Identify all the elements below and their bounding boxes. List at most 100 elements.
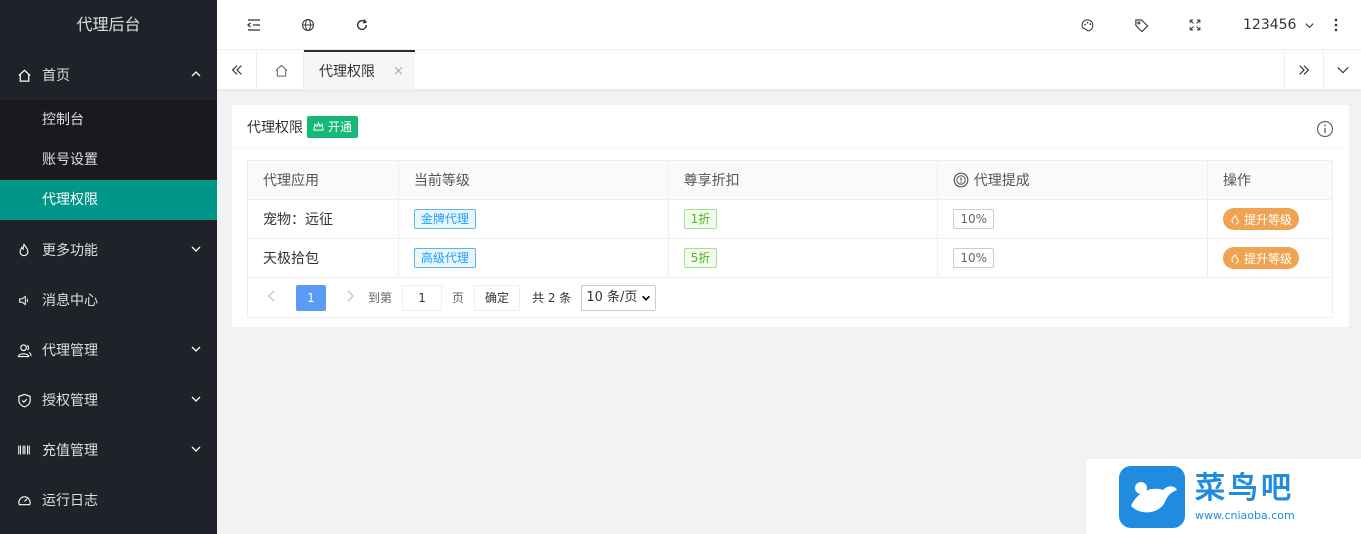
upgrade-icon bbox=[1231, 253, 1239, 264]
tab-home-icon[interactable] bbox=[260, 50, 304, 90]
sidebar-item-label: 运行日志 bbox=[42, 493, 98, 509]
sidebar-item-messages[interactable]: 消息中心 bbox=[0, 275, 217, 325]
cell-discount: 1折 bbox=[667, 199, 939, 239]
watermark: 菜鸟吧 www.cniaoba.com bbox=[1086, 459, 1361, 534]
watermark-title: 菜鸟吧 bbox=[1195, 471, 1294, 506]
info-icon[interactable] bbox=[1316, 120, 1334, 138]
watermark-text: 菜鸟吧 www.cniaoba.com bbox=[1195, 471, 1295, 522]
column-header: 操作 bbox=[1207, 160, 1333, 200]
tab-scroll-right-icon[interactable] bbox=[1284, 50, 1324, 90]
cell-level: 高级代理 bbox=[397, 238, 669, 278]
upgrade-button-label: 提升等级 bbox=[1244, 251, 1293, 266]
column-header: 当前等级 bbox=[397, 160, 669, 200]
globe-icon[interactable] bbox=[288, 0, 328, 50]
commission-tag: 10% bbox=[953, 209, 994, 229]
sidebar-item-logs[interactable]: 运行日志 bbox=[0, 475, 217, 525]
pagination: 1 到第 1 页 确定 共 2 条 10 条/页 bbox=[247, 278, 1333, 318]
sidebar-item-home[interactable]: 首页 bbox=[0, 50, 217, 100]
level-tag: 金牌代理 bbox=[413, 209, 476, 229]
shield-icon bbox=[16, 392, 32, 408]
sidebar: 代理后台 首页 控制台 账号设置 代理权限 更多功能 消息中心 代理管理 授权管… bbox=[0, 0, 217, 534]
column-header: 尊享折扣 bbox=[667, 160, 939, 200]
cell-commission: 10% bbox=[937, 238, 1209, 278]
goto-label: 到第 bbox=[368, 291, 393, 305]
level-tag: 高级代理 bbox=[413, 248, 476, 268]
fire-icon bbox=[16, 242, 32, 258]
sidebar-item-label: 代理管理 bbox=[42, 343, 98, 359]
bird-logo-icon bbox=[1119, 465, 1185, 528]
sidebar-item-label: 首页 bbox=[42, 68, 70, 84]
sidebar-item-agents[interactable]: 代理管理 bbox=[0, 325, 217, 375]
prev-page-icon[interactable] bbox=[262, 290, 282, 305]
card-title: 代理权限 bbox=[247, 119, 303, 136]
upgrade-button[interactable]: 提升等级 bbox=[1223, 247, 1300, 269]
tab-close-icon[interactable]: × bbox=[393, 64, 404, 79]
chevron-down-icon bbox=[191, 346, 201, 352]
next-page-icon[interactable] bbox=[340, 290, 360, 305]
tab-agent-permission[interactable]: 代理权限 × bbox=[304, 50, 415, 90]
permission-table: 代理应用 当前等级 尊享折扣 代理提成 操作 宠物：远征 金牌代理 1折 10% bbox=[247, 160, 1333, 278]
watermark-url: www.cniaoba.com bbox=[1195, 509, 1295, 522]
tab-label: 代理权限 bbox=[319, 64, 375, 80]
sidebar-item-label: 消息中心 bbox=[42, 293, 98, 309]
username: 123456 bbox=[1243, 17, 1297, 33]
discount-tag: 5折 bbox=[683, 248, 718, 268]
page-size-select[interactable]: 10 条/页 bbox=[581, 284, 657, 311]
sidebar-item-label: 更多功能 bbox=[42, 243, 98, 259]
sidebar-subitem-console[interactable]: 控制台 bbox=[0, 100, 217, 140]
tab-scroll-left-icon[interactable] bbox=[217, 50, 257, 90]
upgrade-icon bbox=[1231, 214, 1239, 225]
barcode-icon bbox=[16, 442, 32, 458]
sidebar-submenu: 控制台 账号设置 代理权限 bbox=[0, 100, 217, 220]
sidebar-item-recharge[interactable]: 充值管理 bbox=[0, 425, 217, 475]
chevron-down-icon bbox=[191, 396, 201, 402]
chevron-down-icon bbox=[1305, 22, 1314, 28]
cell-discount: 5折 bbox=[667, 238, 939, 278]
user-menu[interactable]: 123456 bbox=[1243, 0, 1315, 50]
sidebar-item-more[interactable]: 更多功能 bbox=[0, 225, 217, 275]
page-number-input[interactable]: 1 bbox=[402, 284, 443, 311]
total-count: 共 2 条 bbox=[532, 291, 572, 305]
menu-toggle-icon[interactable] bbox=[234, 0, 274, 50]
tab-bar: 代理权限 × bbox=[217, 50, 1361, 90]
app-logo: 代理后台 bbox=[76, 15, 141, 34]
tab-menu-chevron-down-icon[interactable] bbox=[1324, 50, 1361, 90]
card-header: 代理权限 开通 bbox=[232, 105, 1349, 149]
gauge-icon bbox=[16, 492, 32, 508]
discount-tag: 1折 bbox=[683, 209, 718, 229]
column-header: 代理应用 bbox=[247, 160, 399, 200]
open-badge[interactable]: 开通 bbox=[307, 115, 359, 138]
home-icon bbox=[16, 67, 32, 83]
table-row: 天极拾包 高级代理 5折 10% 提升等级 bbox=[247, 238, 1333, 278]
open-badge-label: 开通 bbox=[328, 119, 353, 134]
sidebar-item-label: 授权管理 bbox=[42, 393, 98, 409]
cell-app: 天极拾包 bbox=[247, 238, 399, 278]
commission-tag: 10% bbox=[953, 248, 994, 268]
more-vertical-icon[interactable] bbox=[1316, 0, 1356, 50]
current-page[interactable]: 1 bbox=[296, 284, 326, 311]
theme-palette-icon[interactable] bbox=[1067, 0, 1107, 50]
cell-commission: 10% bbox=[937, 199, 1209, 239]
upgrade-button[interactable]: 提升等级 bbox=[1223, 208, 1300, 230]
chevron-up-icon bbox=[191, 71, 201, 77]
sidebar-subitem-account[interactable]: 账号设置 bbox=[0, 140, 217, 180]
page-label: 页 bbox=[452, 291, 465, 305]
chevron-down-icon bbox=[642, 295, 651, 301]
upgrade-button-label: 提升等级 bbox=[1244, 212, 1293, 227]
sidebar-item-label: 充值管理 bbox=[42, 443, 98, 459]
fullscreen-icon[interactable] bbox=[1175, 0, 1215, 50]
refresh-icon[interactable] bbox=[342, 0, 382, 50]
table-row: 宠物：远征 金牌代理 1折 10% 提升等级 bbox=[247, 199, 1333, 239]
top-header: 123456 bbox=[217, 0, 1361, 50]
users-icon bbox=[16, 342, 32, 358]
table-header-row: 代理应用 当前等级 尊享折扣 代理提成 操作 bbox=[247, 160, 1333, 200]
speaker-icon bbox=[16, 292, 32, 308]
crown-icon bbox=[313, 121, 324, 131]
confirm-button[interactable]: 确定 bbox=[474, 284, 521, 311]
tag-icon[interactable] bbox=[1121, 0, 1161, 50]
permission-card: 代理权限 开通 代理应用 当前等级 尊享折扣 代理提成 操作 宠物：远征 金牌代… bbox=[232, 105, 1349, 327]
sidebar-subitem-agent-permission[interactable]: 代理权限 bbox=[0, 180, 217, 220]
sidebar-item-license[interactable]: 授权管理 bbox=[0, 375, 217, 425]
chevron-down-icon bbox=[191, 246, 201, 252]
chevron-down-icon bbox=[191, 446, 201, 452]
